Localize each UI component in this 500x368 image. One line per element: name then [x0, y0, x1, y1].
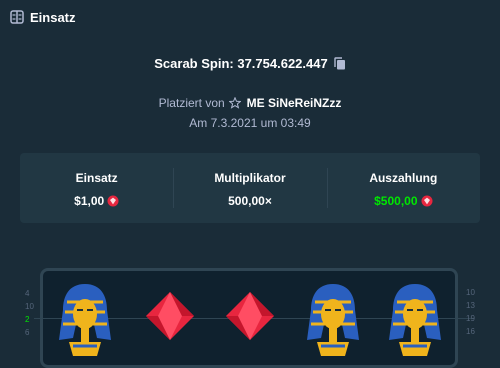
bet-slip-icon — [10, 10, 24, 24]
stat-multiplier-amount: 500,00× — [228, 194, 272, 208]
stat-payout-label: Auszahlung — [369, 171, 438, 185]
stat-bet-value: $1,00 — [20, 194, 173, 208]
stat-multiplier-label: Multiplikator — [214, 171, 286, 185]
pharaoh-icon — [59, 284, 111, 356]
header: Einsatz — [10, 8, 76, 26]
stat-payout: Auszahlung $500,00 — [326, 153, 480, 223]
reel-2 — [140, 280, 200, 360]
currency-coin-icon — [421, 195, 433, 207]
username-link[interactable]: ME SiNeReiNZzz — [247, 96, 342, 110]
red-gem-icon — [146, 292, 194, 340]
bet-stats-panel: Einsatz $1,00 Multiplikator 500,00× Ausz… — [20, 153, 480, 223]
stat-bet-amount: $1,00 — [74, 194, 105, 208]
reel-3 — [220, 280, 280, 360]
game-id: Scarab Spin: 37.754.622.447 — [0, 56, 500, 71]
copy-icon[interactable] — [334, 57, 346, 70]
reel-1 — [55, 280, 115, 360]
game-id-label: Scarab Spin: 37.754.622.447 — [154, 56, 328, 71]
stat-multiplier-value: 500,00× — [173, 194, 326, 208]
reel-4 — [303, 280, 363, 360]
stat-bet-label: Einsatz — [75, 171, 118, 185]
stat-payout-value: $500,00 — [327, 194, 480, 208]
payline-numbers-right: 10 13 19 16 — [466, 289, 475, 341]
stat-multiplier: Multiplikator 500,00× — [173, 153, 326, 223]
payline-numbers-left: 4 10 2 6 — [25, 290, 34, 342]
pharaoh-icon — [307, 284, 359, 356]
reel-5 — [385, 280, 445, 360]
placed-date: Am 7.3.2021 um 03:49 — [189, 116, 311, 130]
red-gem-icon — [226, 292, 274, 340]
stat-payout-amount: $500,00 — [374, 194, 418, 208]
modal-title: Einsatz — [30, 9, 76, 25]
payline-number: 16 — [466, 327, 475, 336]
placed-by-prefix: Platziert von — [158, 96, 225, 110]
pharaoh-icon — [389, 284, 441, 356]
currency-coin-icon — [107, 195, 119, 207]
payline-number: 6 — [25, 328, 30, 337]
placed-by: Platziert von ME SiNeReiNZzz — [0, 96, 500, 110]
stat-bet: Einsatz $1,00 — [20, 153, 173, 223]
vip-star-icon — [228, 97, 241, 109]
